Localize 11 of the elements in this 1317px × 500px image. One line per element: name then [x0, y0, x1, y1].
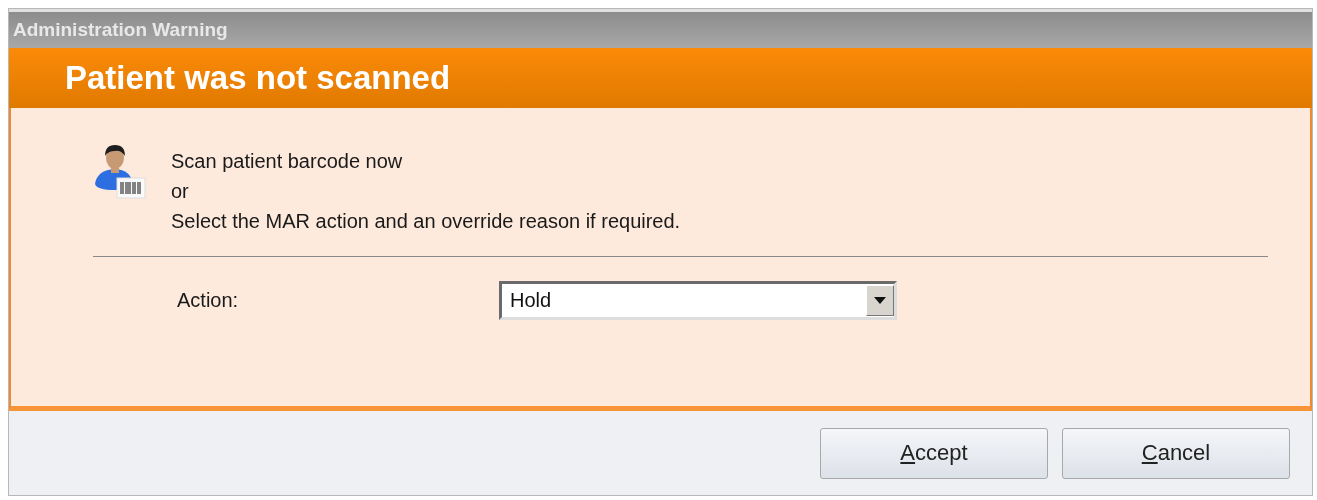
caret-icon	[874, 297, 886, 304]
patient-barcode-icon	[93, 144, 147, 200]
message-text: or	[171, 179, 190, 204]
message-text: Select the MAR action and an override reason if required.	[171, 209, 681, 234]
action-dropdown[interactable]: Hold	[499, 281, 897, 320]
cancel-button[interactable]: Cancel	[1062, 427, 1290, 479]
message-text: Scan patient barcode now	[171, 149, 404, 174]
warning-title: Patient was not scanned	[65, 59, 451, 97]
accept-button[interactable]: Accept	[820, 427, 1048, 479]
window-title: Administration Warning	[13, 19, 228, 41]
action-label: Action:	[177, 289, 240, 312]
